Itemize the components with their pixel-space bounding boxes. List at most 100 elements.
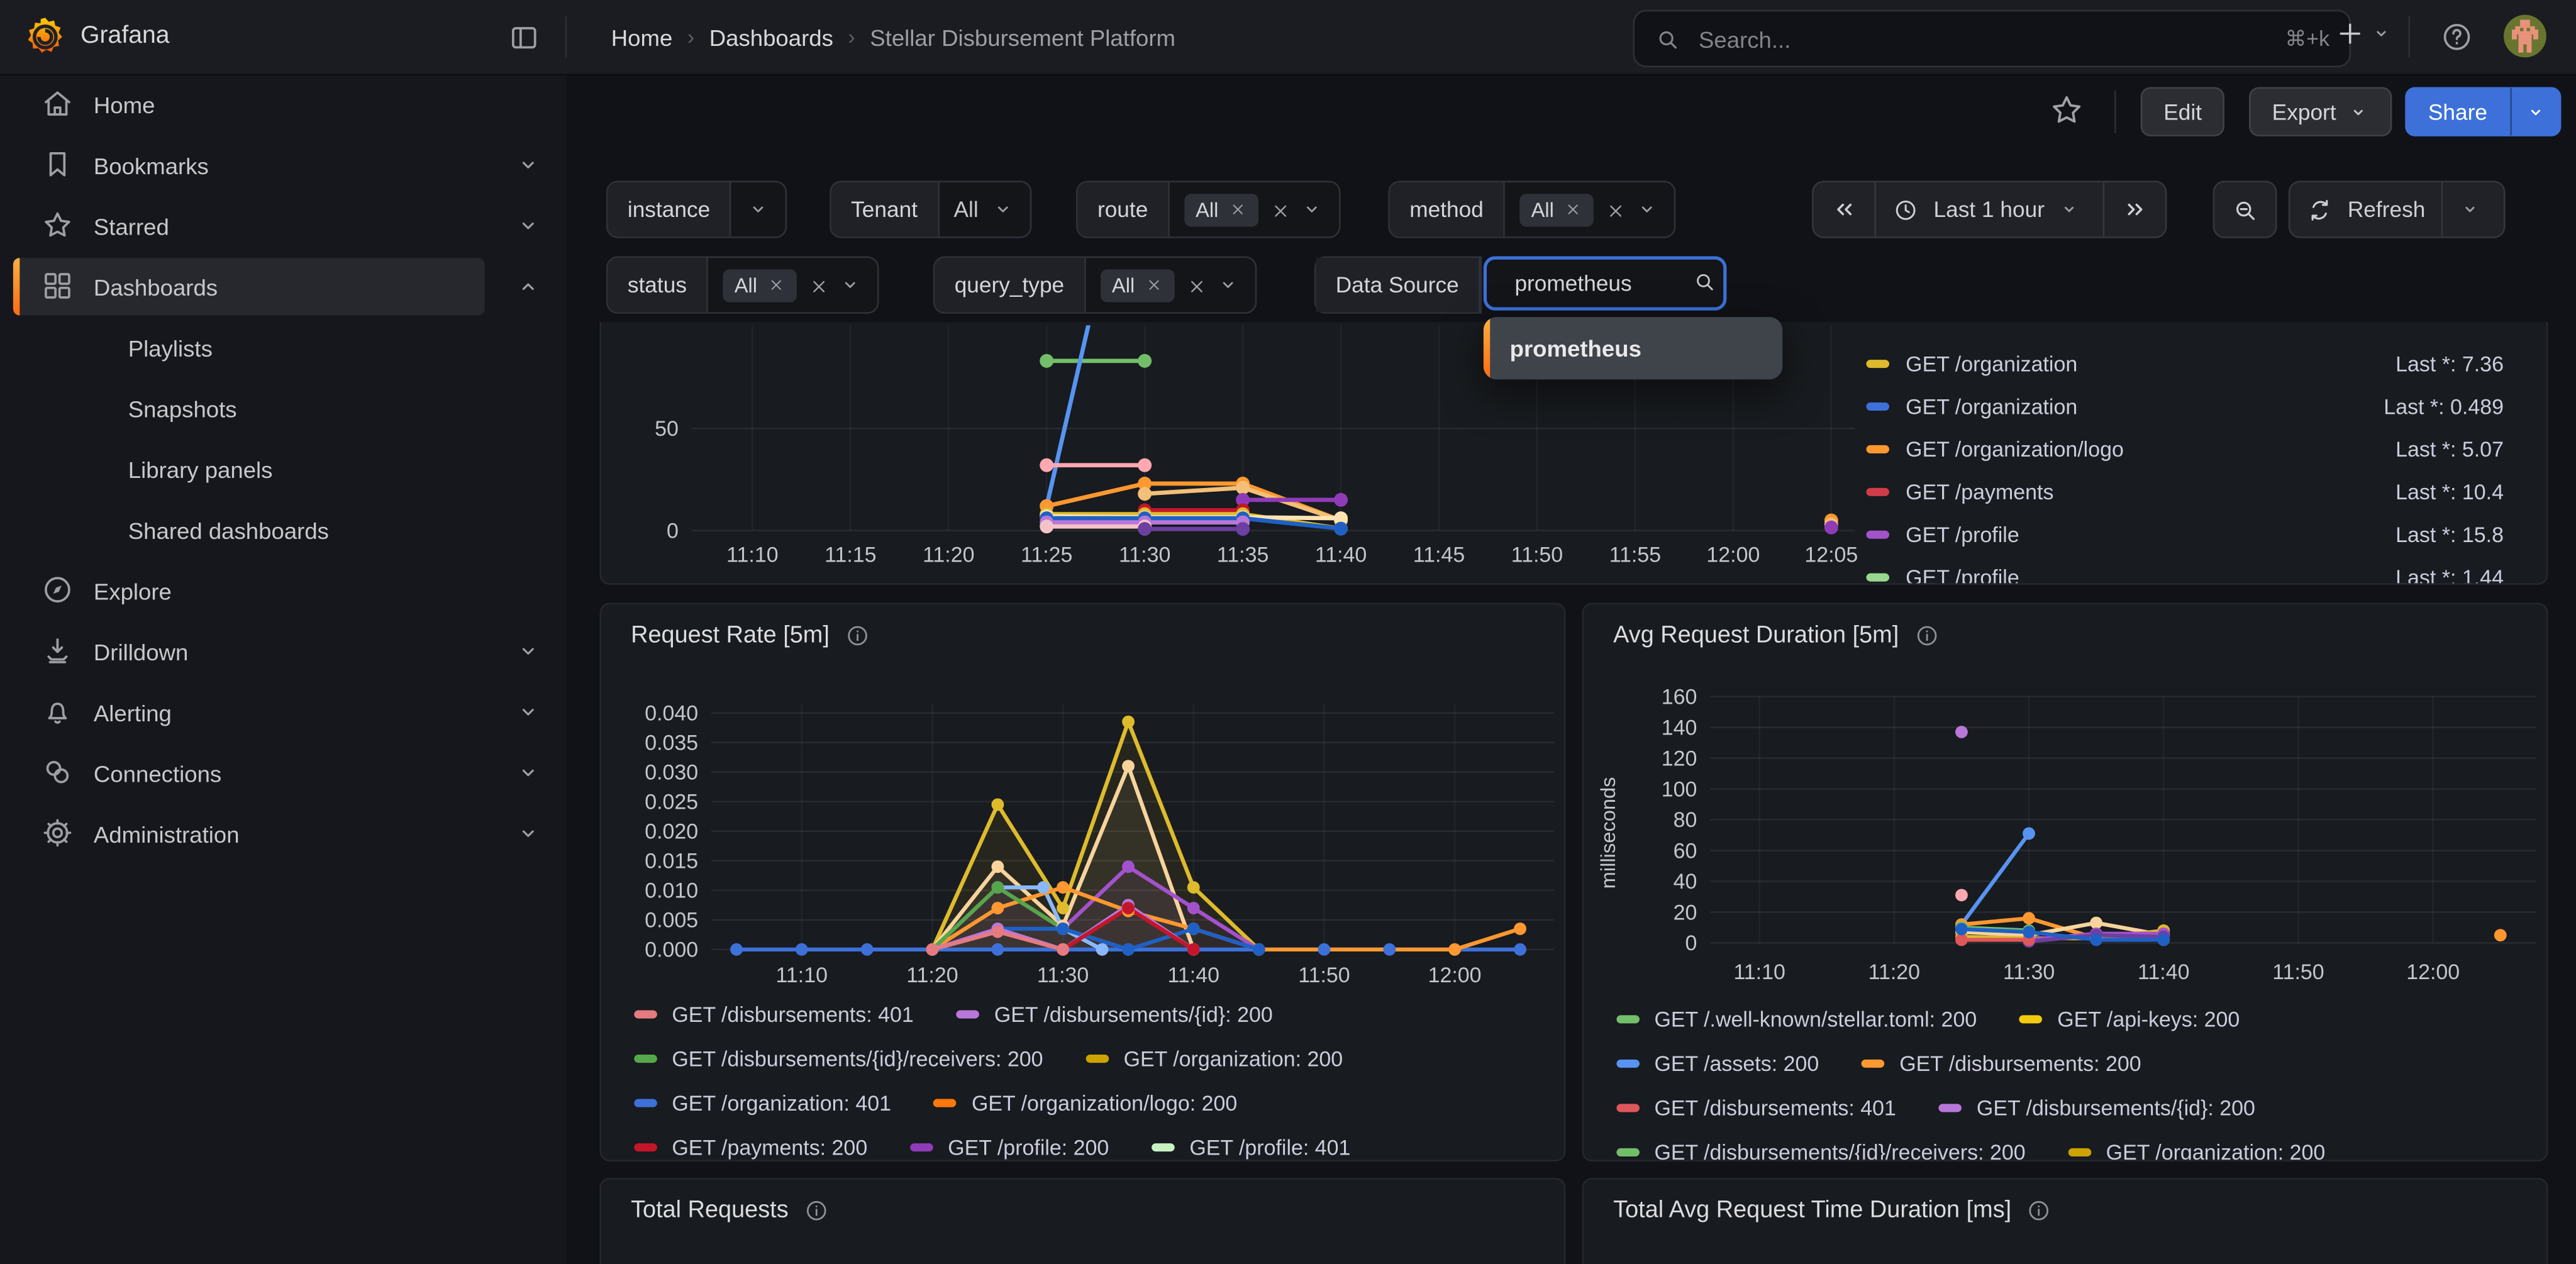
add-button[interactable] <box>2334 18 2392 50</box>
svg-text:120: 120 <box>1662 746 1697 770</box>
refresh-interval-button[interactable] <box>2441 182 2504 236</box>
sidebar-item-bookmarks[interactable]: Bookmarks <box>0 135 567 196</box>
sidebar-item-administration[interactable]: Administration <box>0 803 567 864</box>
search-input[interactable] <box>1696 24 2270 53</box>
filter-pill-method[interactable]: methodAll <box>1388 180 1675 238</box>
series-color-marker <box>1616 1104 1640 1112</box>
time-shift-back-button[interactable] <box>1814 182 1875 236</box>
zoom-out-button[interactable] <box>2213 180 2277 238</box>
clear-filter-icon[interactable] <box>808 276 826 294</box>
svg-text:0.020: 0.020 <box>645 820 698 844</box>
breadcrumb-item[interactable]: Home <box>611 24 673 50</box>
edit-button[interactable]: Edit <box>2141 87 2225 136</box>
chevron-down-icon <box>514 151 542 179</box>
series-label: GET /payments: 200 <box>672 1135 867 1160</box>
filter-value-chip[interactable]: All <box>723 269 796 301</box>
sidebar-item-playlists[interactable]: Playlists <box>0 317 567 378</box>
sidebar-item-shared-dashboards[interactable]: Shared dashboards <box>0 499 567 560</box>
legend-item[interactable]: GET /assets: 200 <box>1616 1051 1819 1076</box>
svg-text:0: 0 <box>667 519 679 543</box>
legend-row[interactable]: GET /organization/logoLast *: 5.07 <box>1866 427 2516 470</box>
legend-item[interactable]: GET /disbursements/{id}/receivers: 200 <box>1616 1140 2025 1161</box>
filter-pill-data-source[interactable]: Data Source <box>1314 257 1482 314</box>
legend-row: GET /disbursements: 401 GET /disbursement… <box>634 1002 1272 1026</box>
sidebar-item-snapshots[interactable]: Snapshots <box>0 378 567 439</box>
legend-row: GET /organization: 401 GET /organization/… <box>634 1091 1237 1116</box>
series-label: GET /disbursements: 200 <box>1899 1051 2141 1076</box>
legend-item[interactable]: GET /profile: 401 <box>1152 1135 1350 1160</box>
filter-pill-query-type[interactable]: query_typeAll <box>933 257 1257 314</box>
filter-value-chip[interactable]: All <box>1184 193 1258 226</box>
sidebar-item-explore[interactable]: Explore <box>0 560 567 621</box>
request-rate-plot[interactable]: 11:1011:2011:3011:4011:5012:000.0000.005… <box>601 604 1564 1160</box>
filter-value-chip[interactable]: All <box>1519 193 1593 226</box>
sidebar-item-home[interactable]: Home <box>0 74 567 135</box>
legend-item[interactable]: GET /api-keys: 200 <box>2019 1007 2240 1031</box>
info-circle-icon[interactable] <box>2026 1197 2053 1224</box>
legend-item[interactable]: GET /disbursements/{id}: 200 <box>1939 1095 2255 1120</box>
filter-pill-instance[interactable]: instance <box>606 180 787 238</box>
legend-item[interactable]: GET /organization: 200 <box>2068 1140 2326 1161</box>
sidebar-item-library-panels[interactable]: Library panels <box>0 438 567 499</box>
legend-row[interactable]: GET /profileLast *: 15.8 <box>1866 513 2516 555</box>
svg-text:50: 50 <box>655 417 679 441</box>
sidebar-item-dashboards[interactable]: Dashboards <box>0 257 567 318</box>
refresh-button[interactable]: Refresh <box>2290 182 2441 236</box>
legend-row[interactable]: GET /paymentsLast *: 10.4 <box>1866 470 2516 513</box>
time-shift-forward-button[interactable] <box>2102 182 2164 236</box>
legend-item[interactable]: GET /organization: 200 <box>1086 1046 1343 1071</box>
star-icon <box>41 209 74 241</box>
sidebar-item-alerting[interactable]: Alerting <box>0 682 567 743</box>
breadcrumb-item[interactable]: Dashboards <box>709 24 833 50</box>
legend-row[interactable]: GET /organizationLast *: 0.489 <box>1866 384 2516 427</box>
help-button[interactable] <box>2438 18 2474 54</box>
clear-filter-icon[interactable] <box>1605 201 1623 219</box>
topbar-divider <box>565 16 567 57</box>
clear-filter-icon[interactable] <box>1185 276 1204 294</box>
sidebar-item-drilldown[interactable]: Drilldown <box>0 621 567 682</box>
legend-item[interactable]: GET /payments: 200 <box>634 1135 867 1160</box>
clear-filter-icon[interactable] <box>1269 201 1287 219</box>
datasource-text-input[interactable] <box>1511 269 1682 297</box>
info-circle-icon[interactable] <box>844 623 870 649</box>
filter-value-chip[interactable]: All <box>1101 269 1174 301</box>
sidebar-item-connections[interactable]: Connections <box>0 743 567 804</box>
info-circle-icon[interactable] <box>1914 623 1940 649</box>
sidebar-item-starred[interactable]: Starred <box>0 196 567 257</box>
topbar-divider <box>2408 16 2410 57</box>
chevron-down-icon <box>2370 23 2392 45</box>
legend-item[interactable]: GET /disbursements: 401 <box>634 1002 914 1026</box>
share-menu-button[interactable] <box>2511 87 2562 136</box>
sidebar-item-label: Bookmarks <box>94 152 209 179</box>
legend-item[interactable]: GET /organization: 401 <box>634 1091 891 1116</box>
series-last-value: Last *: 7.36 <box>2396 351 2517 375</box>
filter-pill-tenant[interactable]: TenantAll <box>830 180 1031 238</box>
search-box[interactable]: ⌘+k <box>1633 10 2351 67</box>
info-circle-icon[interactable] <box>803 1197 830 1224</box>
favorite-star-icon[interactable] <box>2048 92 2084 128</box>
avatar[interactable] <box>2504 15 2546 58</box>
avg-duration-plot[interactable]: 11:1011:2011:3011:4011:5012:000204060801… <box>1584 604 2546 1160</box>
time-range-button[interactable]: Last 1 hour <box>1875 182 2102 236</box>
legend-item[interactable]: GET /organization/logo: 200 <box>934 1091 1237 1116</box>
sidebar-toggle-icon[interactable] <box>506 19 542 55</box>
datasource-input[interactable] <box>1484 257 1727 311</box>
menu-option-prometheus[interactable]: prometheus <box>1490 335 1641 362</box>
filter-pill-status[interactable]: statusAll <box>606 257 879 314</box>
legend-item[interactable]: GET /.well-known/stellar.toml: 200 <box>1616 1007 1977 1031</box>
legend-item[interactable]: GET /profile: 200 <box>910 1135 1109 1160</box>
svg-text:11:10: 11:10 <box>776 963 828 987</box>
series-color-marker <box>1939 1104 1962 1112</box>
filter-pill-route[interactable]: routeAll <box>1076 180 1340 238</box>
times-icon <box>767 276 786 294</box>
grafana-logo-icon[interactable] <box>23 15 68 60</box>
panel-title: Total Avg Request Time Duration [ms] <box>1613 1197 2011 1224</box>
share-button[interactable]: Share <box>2405 87 2510 136</box>
legend-item[interactable]: GET /disbursements: 200 <box>1862 1051 2141 1076</box>
legend-row[interactable]: GET /organizationLast *: 7.36 <box>1866 341 2516 384</box>
legend-item[interactable]: GET /disbursements/{id}: 200 <box>957 1002 1273 1026</box>
export-button[interactable]: Export <box>2249 87 2392 136</box>
legend-row[interactable]: GET /profileLast *: 1.44 <box>1866 555 2516 585</box>
legend-item[interactable]: GET /disbursements: 401 <box>1616 1095 1896 1120</box>
legend-item[interactable]: GET /disbursements/{id}/receivers: 200 <box>634 1046 1043 1071</box>
